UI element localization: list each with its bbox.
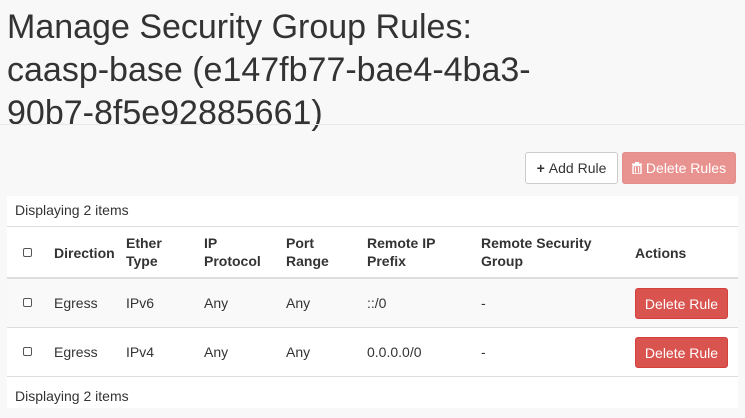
row-checkbox[interactable] — [23, 347, 32, 356]
cell-ip-protocol: Any — [204, 295, 229, 311]
item-count-bottom: Displaying 2 items — [15, 388, 129, 404]
item-count-top: Displaying 2 items — [15, 202, 129, 218]
cell-port-range: Any — [286, 344, 311, 360]
rules-table: Displaying 2 items Direction Ether Type … — [7, 196, 738, 408]
delete-rules-label: Delete Rules — [645, 160, 727, 176]
column-header-label: Group — [481, 253, 523, 269]
cell-port-range: Any — [286, 295, 311, 311]
column-header-direction[interactable]: Direction — [54, 244, 115, 262]
column-header-remote-ip-prefix[interactable]: Remote IP Prefix — [367, 234, 487, 270]
column-header-label: Prefix — [367, 253, 406, 269]
column-header-remote-security-group[interactable]: Remote Security Group — [481, 234, 601, 270]
add-rule-button[interactable]: + Add Rule — [525, 152, 618, 184]
column-header-label: Type — [126, 253, 158, 269]
delete-rule-button[interactable]: Delete Rule — [635, 337, 728, 368]
cell-ip-protocol: Any — [204, 344, 229, 360]
plus-icon: + — [536, 160, 545, 176]
cell-remote-security-group: - — [481, 344, 486, 360]
column-header-label: Port — [286, 235, 314, 251]
delete-rules-button[interactable]: Delete Rules — [622, 152, 736, 184]
delete-rule-button[interactable]: Delete Rule — [635, 288, 728, 319]
column-header-ip-protocol[interactable]: IP Protocol — [204, 234, 261, 270]
trash-icon — [631, 162, 642, 174]
cell-remote-ip-prefix: 0.0.0.0/0 — [367, 344, 422, 360]
column-header-label: IP — [204, 235, 218, 251]
title-divider — [0, 124, 745, 125]
column-header-actions-label: Actions — [635, 245, 687, 261]
column-header-label: Remote Security — [481, 235, 592, 251]
column-header-port-range[interactable]: Port Range — [286, 234, 329, 270]
cell-direction: Egress — [54, 295, 98, 311]
cell-direction: Egress — [54, 344, 98, 360]
column-header-direction-label: Direction — [54, 245, 115, 261]
column-header-actions: Actions — [635, 244, 686, 262]
add-rule-label: Add Rule — [548, 160, 607, 176]
column-header-ether-type[interactable]: Ether Type — [126, 234, 162, 270]
column-header-label: Protocol — [204, 253, 261, 269]
table-row: Egress IPv6 Any Any ::/0 - Delete Rule — [7, 279, 738, 328]
row-checkbox[interactable] — [23, 298, 32, 307]
page-title: Manage Security Group Rules: caasp-base … — [7, 8, 531, 132]
cell-ether-type: IPv4 — [126, 344, 155, 360]
column-header-label: Remote IP — [367, 235, 436, 251]
column-header-label: Ether — [126, 235, 162, 251]
cell-remote-ip-prefix: ::/0 — [367, 295, 387, 311]
table-row: Egress IPv4 Any Any 0.0.0.0/0 - Delete R… — [7, 328, 738, 377]
table-header: Direction Ether Type IP Protocol Port Ra… — [7, 226, 738, 279]
cell-remote-security-group: - — [481, 295, 486, 311]
cell-ether-type: IPv6 — [126, 295, 155, 311]
column-header-label: Range — [286, 253, 329, 269]
select-all-checkbox[interactable] — [23, 248, 32, 257]
